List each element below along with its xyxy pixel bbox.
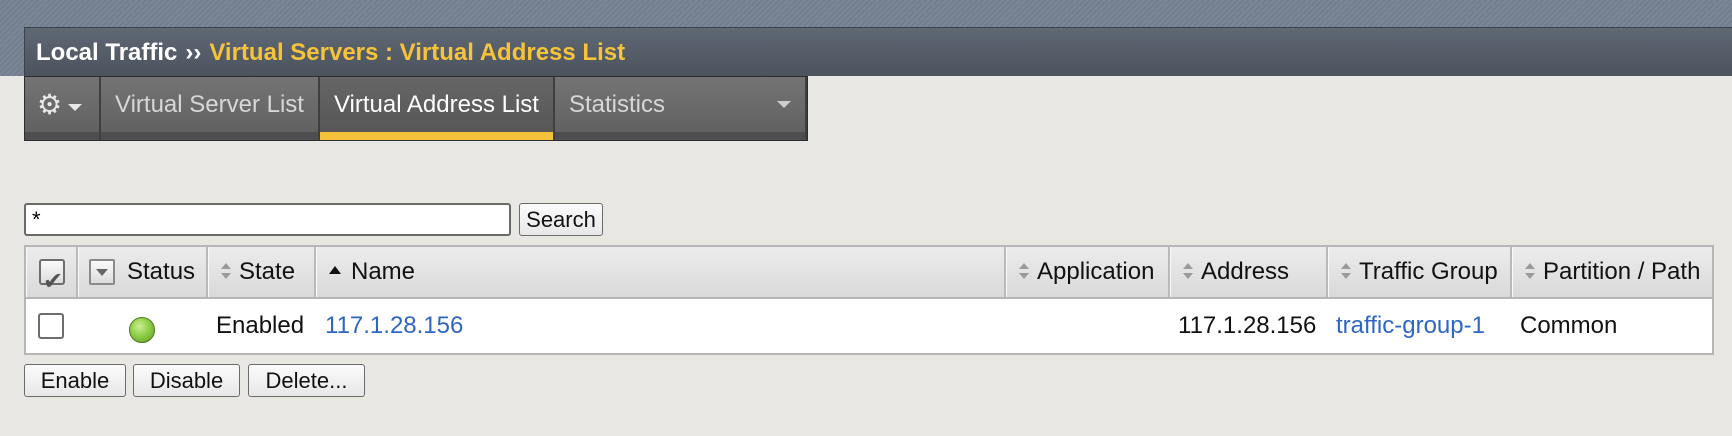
- tab-bar: ⚙ Virtual Server List Virtual Address Li…: [24, 76, 808, 141]
- tab-statistics[interactable]: Statistics: [554, 77, 807, 140]
- tab-virtual-address-list[interactable]: Virtual Address List: [319, 77, 555, 140]
- column-label: Name: [351, 258, 416, 285]
- sort-ascending-icon: [329, 265, 341, 274]
- select-all-cell: ✔: [26, 247, 78, 297]
- sort-icon: [1525, 262, 1535, 279]
- row-select-checkbox[interactable]: [38, 313, 64, 339]
- breadcrumb-current: Virtual Servers : Virtual Address List: [209, 39, 626, 66]
- tab-label: Virtual Server List: [115, 91, 304, 118]
- sort-icon: [221, 262, 231, 279]
- sort-icon: [1183, 262, 1193, 279]
- column-label: State: [239, 258, 296, 285]
- column-partition-path[interactable]: Partition / Path: [1512, 247, 1712, 297]
- chevron-down-icon: [68, 104, 83, 112]
- column-status[interactable]: Status: [78, 247, 208, 297]
- column-traffic-group[interactable]: Traffic Group: [1328, 247, 1512, 297]
- column-label: Address: [1201, 258, 1290, 285]
- sort-icon: [1341, 262, 1351, 279]
- row-name-link[interactable]: 117.1.28.156: [325, 299, 463, 353]
- search-button[interactable]: Search: [519, 203, 603, 236]
- column-label: Partition / Path: [1543, 258, 1701, 285]
- table-header: ✔ Status State Name Application Address …: [26, 247, 1712, 299]
- sort-icon: [1019, 262, 1029, 279]
- column-application[interactable]: Application: [1006, 247, 1170, 297]
- tab-options-menu[interactable]: ⚙: [25, 77, 101, 140]
- select-all-checkbox[interactable]: ✔: [39, 259, 65, 295]
- gear-icon: ⚙: [37, 89, 63, 120]
- breadcrumb-separator: ››: [185, 39, 202, 66]
- column-state[interactable]: State: [208, 247, 316, 297]
- column-name[interactable]: Name: [316, 247, 1006, 297]
- status-filter-dropdown[interactable]: [89, 259, 115, 285]
- breadcrumb-section: Local Traffic: [36, 39, 178, 66]
- row-address: 117.1.28.156: [1178, 312, 1317, 339]
- tab-label: Statistics: [568, 91, 665, 118]
- column-label: Status: [127, 258, 196, 285]
- breadcrumb: Local Traffic ›› Virtual Servers : Virtual…: [24, 27, 1732, 76]
- table-row: Enabled 117.1.28.156 117.1.28.156 traffi…: [26, 299, 1712, 353]
- column-label: Traffic Group: [1359, 258, 1498, 285]
- virtual-address-table: ✔ Status State Name Application Address …: [24, 245, 1714, 355]
- row-traffic-group-link[interactable]: traffic-group-1: [1336, 299, 1485, 353]
- disable-button[interactable]: Disable: [133, 364, 240, 397]
- status-available-icon: [129, 317, 155, 343]
- tab-virtual-server-list[interactable]: Virtual Server List: [101, 77, 320, 140]
- tab-label: Virtual Address List: [333, 91, 539, 118]
- row-state: Enabled: [216, 312, 305, 339]
- column-label: Application: [1037, 258, 1155, 285]
- delete-button[interactable]: Delete...: [248, 364, 365, 397]
- enable-button[interactable]: Enable: [24, 364, 126, 397]
- search-input[interactable]: [24, 203, 511, 236]
- row-partition: Common: [1520, 312, 1618, 339]
- chevron-down-icon[interactable]: [776, 101, 791, 108]
- column-address[interactable]: Address: [1170, 247, 1328, 297]
